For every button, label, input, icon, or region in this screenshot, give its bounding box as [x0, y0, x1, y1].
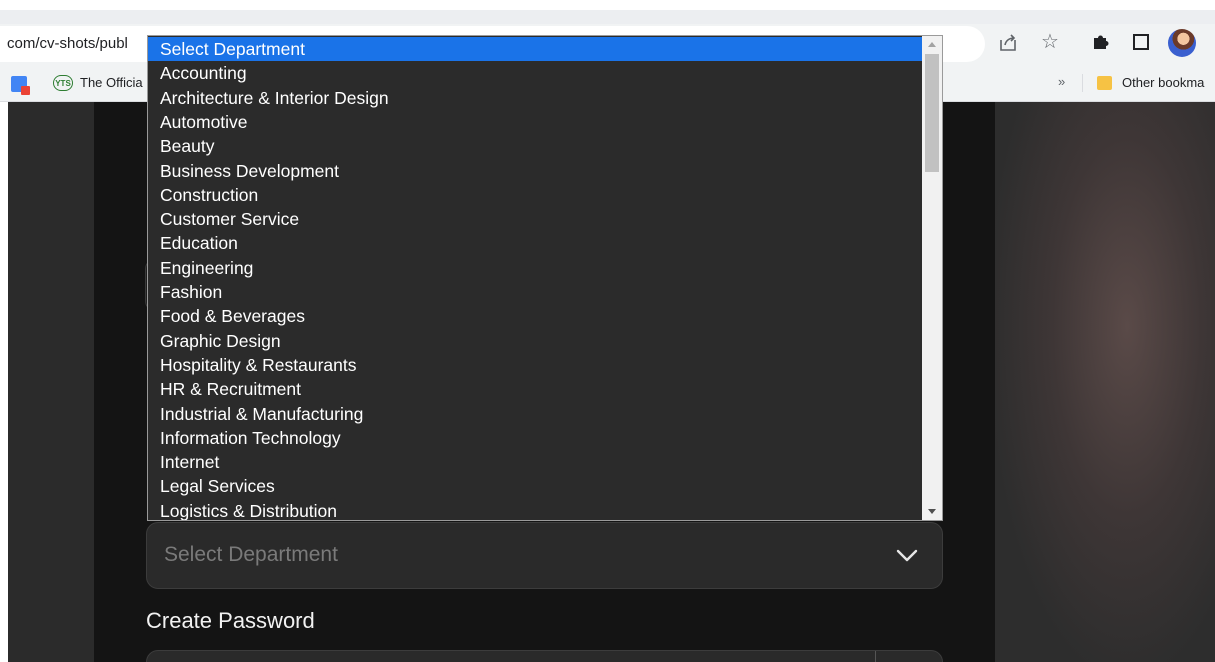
yts-bookmark-icon[interactable]: YTS — [53, 75, 73, 91]
dropdown-option[interactable]: Information Technology — [148, 426, 922, 450]
dropdown-option[interactable]: HR & Recruitment — [148, 377, 922, 401]
background-image — [995, 102, 1215, 662]
dropdown-option[interactable]: Legal Services — [148, 474, 922, 498]
folder-icon — [1097, 76, 1112, 90]
dropdown-option[interactable]: Logistics & Distribution — [148, 499, 922, 520]
create-password-label: Create Password — [146, 608, 315, 633]
side-panel-icon[interactable] — [1133, 34, 1149, 50]
department-select-placeholder: Select Department — [164, 543, 338, 566]
department-select[interactable]: Select Department — [146, 522, 943, 589]
profile-avatar[interactable] — [1168, 29, 1196, 57]
dropdown-option[interactable]: Engineering — [148, 256, 922, 280]
password-field-divider — [875, 651, 876, 662]
scroll-up-arrow-icon[interactable] — [922, 36, 942, 53]
department-dropdown-list[interactable]: Select Department Accounting Architecture … — [147, 35, 943, 521]
bookmark-star-icon[interactable]: ☆ — [1041, 29, 1059, 54]
bookmark-item[interactable]: The Officia — [80, 75, 143, 90]
dropdown-scrollbar[interactable] — [922, 36, 942, 520]
other-bookmarks[interactable]: Other bookma — [1122, 75, 1204, 90]
dropdown-option[interactable]: Graphic Design — [148, 329, 922, 353]
chevron-down-icon — [896, 549, 918, 562]
tab-bar — [0, 10, 1215, 24]
dropdown-option[interactable]: Education — [148, 231, 922, 255]
address-bar-url[interactable]: com/cv-shots/publ — [7, 35, 128, 52]
bookmarks-divider — [1082, 74, 1083, 92]
scrollbar-thumb[interactable] — [925, 54, 939, 172]
google-translate-icon[interactable] — [11, 76, 30, 95]
extensions-puzzle-icon[interactable] — [1091, 30, 1113, 52]
dropdown-option[interactable]: Industrial & Manufacturing — [148, 402, 922, 426]
dropdown-option[interactable]: Architecture & Interior Design — [148, 86, 922, 110]
dropdown-option[interactable]: Customer Service — [148, 207, 922, 231]
scroll-down-arrow-icon[interactable] — [922, 503, 942, 520]
dropdown-option[interactable]: Business Development — [148, 159, 922, 183]
share-icon[interactable] — [997, 32, 1019, 54]
dropdown-option[interactable]: Automotive — [148, 110, 922, 134]
dropdown-option[interactable]: Internet — [148, 450, 922, 474]
dropdown-option[interactable]: Hospitality & Restaurants — [148, 353, 922, 377]
password-input[interactable] — [146, 650, 943, 662]
dropdown-option[interactable]: Select Department — [148, 37, 922, 61]
tab-strip — [0, 0, 1215, 10]
dropdown-option[interactable]: Beauty — [148, 134, 922, 158]
dropdown-option[interactable]: Accounting — [148, 61, 922, 85]
bookmarks-overflow-chevron[interactable]: » — [1058, 74, 1065, 89]
dropdown-option[interactable]: Fashion — [148, 280, 922, 304]
dropdown-option[interactable]: Construction — [148, 183, 922, 207]
dropdown-option[interactable]: Food & Beverages — [148, 304, 922, 328]
background-left — [8, 102, 94, 662]
